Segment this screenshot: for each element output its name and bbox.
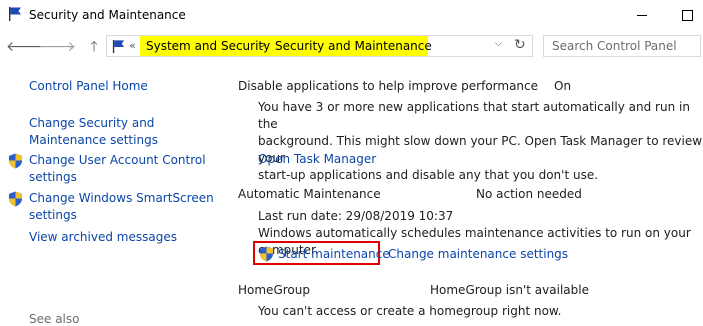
refresh-icon[interactable]: ↻ bbox=[514, 37, 526, 53]
change-maintenance-settings-link[interactable]: Change maintenance settings bbox=[388, 247, 568, 261]
homegroup-title: HomeGroup bbox=[238, 283, 310, 297]
search-input[interactable] bbox=[543, 35, 701, 57]
title-bar: Security and Maintenance bbox=[0, 0, 703, 30]
uac-shield-icon bbox=[8, 191, 23, 207]
maintenance-title: Automatic Maintenance bbox=[238, 187, 381, 201]
breadcrumb-item-security-and-maintenance[interactable]: Security and Maintenance bbox=[275, 39, 432, 53]
flag-icon bbox=[112, 39, 125, 54]
window-title: Security and Maintenance bbox=[29, 8, 186, 22]
sidebar-item-change-security-settings[interactable]: Change Security and Maintenance settings bbox=[29, 115, 158, 149]
forward-button[interactable]: 🡒 bbox=[38, 37, 76, 57]
homegroup-status: HomeGroup isn't available bbox=[430, 283, 589, 297]
back-button[interactable]: 🡐 bbox=[6, 37, 44, 57]
recent-locations-button[interactable]: ⌵ bbox=[62, 37, 82, 57]
minimize-button[interactable] bbox=[627, 4, 657, 26]
startup-apps-title: Disable applications to help improve per… bbox=[238, 79, 539, 93]
maintenance-last-run: Last run date: 29/08/2019 10:37 bbox=[258, 209, 454, 223]
sidebar-item-label: Change Security and bbox=[29, 116, 155, 130]
sidebar-item-view-archived-messages[interactable]: View archived messages bbox=[29, 229, 177, 246]
uac-shield-icon bbox=[8, 153, 23, 169]
breadcrumb-item-system-and-security[interactable]: System and Security bbox=[146, 39, 270, 53]
maximize-icon bbox=[681, 9, 693, 21]
breadcrumb-overflow-icon[interactable]: « bbox=[129, 39, 136, 52]
navigation-bar: 🡐 🡒 ⌵ 🡑 « System and Security > Security… bbox=[0, 33, 703, 61]
sidebar-control-panel-home[interactable]: Control Panel Home bbox=[29, 78, 148, 95]
breadcrumb-separator-icon[interactable]: > bbox=[259, 40, 267, 51]
maximize-button[interactable] bbox=[672, 4, 702, 26]
sidebar-item-label: settings bbox=[29, 208, 77, 222]
sidebar-item-label: Maintenance settings bbox=[29, 133, 158, 147]
startup-apps-status: On bbox=[554, 79, 572, 93]
flag-icon bbox=[9, 7, 21, 21]
minimize-icon bbox=[637, 14, 647, 16]
startup-apps-description: You have 3 or more new applications that… bbox=[258, 99, 703, 184]
maintenance-status: No action needed bbox=[476, 187, 582, 201]
sidebar-item-change-uac-settings[interactable]: Change User Account Control settings bbox=[29, 152, 206, 186]
sidebar-item-label: settings bbox=[29, 170, 77, 184]
homegroup-description: You can't access or create a homegroup r… bbox=[258, 304, 562, 318]
open-task-manager-link[interactable]: Open Task Manager bbox=[258, 152, 376, 166]
sidebar-item-label: Change Windows SmartScreen bbox=[29, 191, 214, 205]
up-button[interactable]: 🡑 bbox=[84, 37, 104, 57]
sidebar-item-label: Change User Account Control bbox=[29, 153, 206, 167]
address-dropdown-icon[interactable]: ⌵ bbox=[495, 39, 502, 49]
description-line: You have 3 or more new applications that… bbox=[258, 100, 690, 131]
start-maintenance-link[interactable]: Start maintenance bbox=[278, 247, 390, 261]
description-line: start-up applications and disable any th… bbox=[258, 168, 599, 182]
address-bar[interactable]: « System and Security > Security and Mai… bbox=[106, 35, 533, 57]
sidebar-item-change-smartscreen-settings[interactable]: Change Windows SmartScreen settings bbox=[29, 190, 214, 224]
uac-shield-icon bbox=[259, 246, 274, 262]
